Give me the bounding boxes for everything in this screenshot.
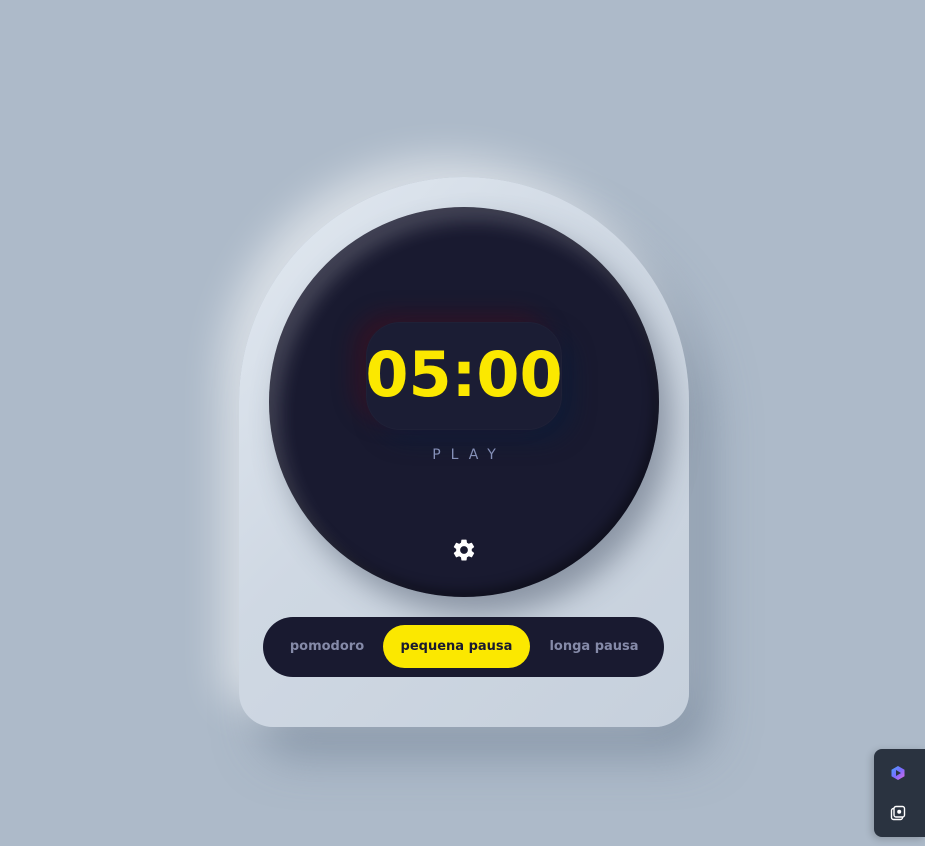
timer-dial: 05:00 PLAY bbox=[269, 207, 659, 597]
mode-selector: pomodoro pequena pausa longa pausa bbox=[263, 617, 664, 677]
timer-device: 05:00 PLAY pomodoro pequena pausa longa … bbox=[239, 177, 689, 727]
screenshot-button[interactable] bbox=[890, 805, 906, 821]
side-dock bbox=[874, 749, 925, 837]
screenshot-icon bbox=[890, 805, 906, 821]
mode-long-break-button[interactable]: longa pausa bbox=[539, 625, 649, 668]
mode-short-break-button[interactable]: pequena pausa bbox=[383, 625, 530, 668]
copilot-icon bbox=[890, 765, 906, 781]
copilot-button[interactable] bbox=[890, 765, 906, 781]
mode-pomodoro-button[interactable]: pomodoro bbox=[277, 625, 377, 668]
play-button[interactable]: PLAY bbox=[269, 447, 659, 463]
time-display: 05:00 bbox=[365, 338, 563, 411]
gear-icon bbox=[451, 537, 477, 563]
settings-button[interactable] bbox=[451, 537, 477, 563]
